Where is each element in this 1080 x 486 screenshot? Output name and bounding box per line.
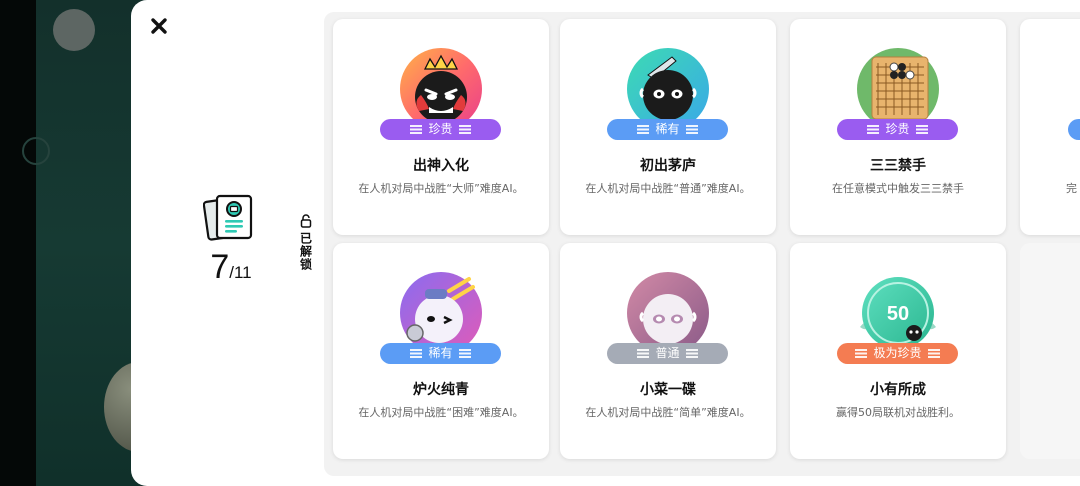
rarity-label: 珍贵: [428, 122, 453, 136]
background-player-avatar: [53, 9, 95, 51]
achievement-card[interactable]: 完: [1020, 19, 1080, 235]
tag-left-lines: [410, 349, 423, 358]
achievement-title: 出神入化: [413, 158, 469, 174]
achievement-description: 在任意模式中触发三三禁手: [832, 182, 964, 195]
tag-right-lines: [685, 125, 698, 134]
unlocked-count: 7: [210, 248, 230, 286]
badge-number: 50: [887, 303, 909, 325]
rarity-label: 稀有: [655, 122, 680, 136]
rarity-tag: 稀有: [607, 119, 728, 140]
achievements-panel: 7/11 已解锁 珍贵 出神入化 在人机对局中战胜“大师”难度AI。 稀有 初出…: [131, 0, 1080, 486]
achievement-card[interactable]: 普通 小菜一碟 在人机对局中战胜“简单”难度AI。: [560, 243, 776, 459]
achievement-description: 在人机对局中战胜“普通”难度AI。: [585, 182, 751, 195]
rarity-tag: [1068, 119, 1080, 140]
tag-right-lines: [927, 349, 940, 358]
tag-right-lines: [685, 349, 698, 358]
unlock-icon: [300, 214, 312, 228]
tag-right-lines: [915, 125, 928, 134]
rarity-label: 稀有: [428, 346, 453, 360]
tag-right-lines: [458, 125, 471, 134]
close-icon: [151, 18, 167, 34]
rarity-tag: 极为珍贵: [837, 343, 958, 364]
achievement-count: 7/11: [171, 248, 291, 287]
rarity-tag: 珍贵: [837, 119, 958, 140]
achievement-description: 完: [1066, 182, 1077, 195]
unlocked-label: 已解锁: [298, 232, 313, 271]
tag-left-lines: [410, 125, 423, 134]
background-ring: [22, 137, 50, 165]
tag-right-lines: [458, 349, 471, 358]
rarity-label: 普通: [655, 346, 680, 360]
close-button[interactable]: [147, 14, 171, 38]
achievement-description: 在人机对局中战胜“简单”难度AI。: [585, 406, 751, 419]
rarity-label: 珍贵: [885, 122, 910, 136]
total-count: /11: [229, 263, 252, 282]
achievement-card[interactable]: 稀有 初出茅庐 在人机对局中战胜“普通”难度AI。: [560, 19, 776, 235]
achievement-card[interactable]: 50 极为珍贵 小有所成 赢得50局联机对战胜利。: [790, 243, 1006, 459]
achievement-summary: 7/11: [171, 190, 291, 287]
achievement-description: 在人机对局中战胜“大师”难度AI。: [358, 182, 524, 195]
unlocked-filter-tab[interactable]: 已解锁: [297, 214, 315, 275]
achievement-cards-icon: [202, 190, 259, 246]
rarity-tag: 珍贵: [380, 119, 501, 140]
achievement-description: 在人机对局中战胜“困难”难度AI。: [358, 406, 524, 419]
tag-left-lines: [637, 349, 650, 358]
empty-achievement-slot: [1020, 243, 1080, 459]
achievement-title: 三三禁手: [870, 158, 926, 174]
tag-left-lines: [867, 125, 880, 134]
rarity-label: 极为珍贵: [873, 346, 922, 360]
tag-left-lines: [637, 125, 650, 134]
tag-left-lines: [855, 349, 868, 358]
achievement-title: 小菜一碟: [640, 382, 696, 398]
achievement-card[interactable]: 珍贵 三三禁手 在任意模式中触发三三禁手: [790, 19, 1006, 235]
achievement-card[interactable]: 珍贵 出神入化 在人机对局中战胜“大师”难度AI。: [333, 19, 549, 235]
rarity-tag: 稀有: [380, 343, 501, 364]
background-edge: [0, 0, 36, 486]
achievement-title: 炉火纯青: [413, 382, 469, 398]
achievement-grid: 珍贵 出神入化 在人机对局中战胜“大师”难度AI。 稀有 初出茅庐 在人机对局中…: [324, 12, 1080, 476]
achievement-card[interactable]: 稀有 炉火纯青 在人机对局中战胜“困难”难度AI。: [333, 243, 549, 459]
achievement-title: 小有所成: [870, 382, 926, 398]
achievement-description: 赢得50局联机对战胜利。: [836, 406, 960, 419]
achievement-title: 初出茅庐: [640, 158, 696, 174]
rarity-tag: 普通: [607, 343, 728, 364]
